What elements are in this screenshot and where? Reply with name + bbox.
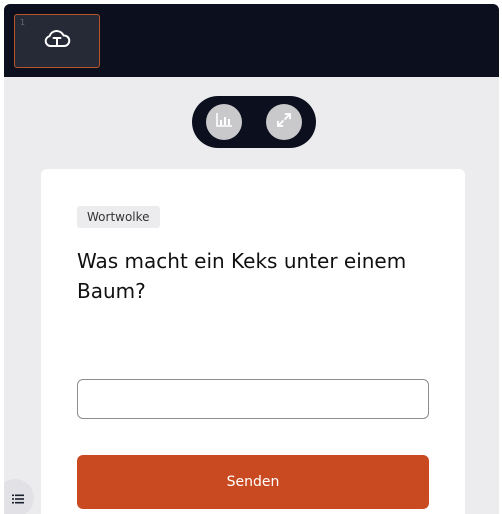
top-bar: 1 bbox=[4, 4, 499, 77]
cloud-text-icon bbox=[42, 27, 72, 55]
presentation-frame: 1 Wortwolke Was macht ein Keks unter ein… bbox=[4, 4, 499, 514]
presenter-toolbar bbox=[192, 96, 316, 148]
question-card: Wortwolke Was macht ein Keks unter einem… bbox=[41, 169, 465, 514]
list-toggle-button[interactable] bbox=[4, 479, 34, 514]
fullscreen-button[interactable] bbox=[266, 104, 302, 140]
answer-input[interactable] bbox=[77, 379, 429, 419]
bar-chart-icon bbox=[215, 112, 233, 132]
slide-thumbnail[interactable]: 1 bbox=[14, 14, 100, 68]
slide-number: 1 bbox=[20, 18, 26, 27]
results-button[interactable] bbox=[206, 104, 242, 140]
question-type-badge: Wortwolke bbox=[77, 206, 160, 228]
expand-icon bbox=[276, 112, 292, 132]
list-icon bbox=[12, 489, 24, 508]
send-button[interactable]: Senden bbox=[77, 455, 429, 509]
question-text: Was macht ein Keks unter einem Baum? bbox=[77, 249, 407, 303]
